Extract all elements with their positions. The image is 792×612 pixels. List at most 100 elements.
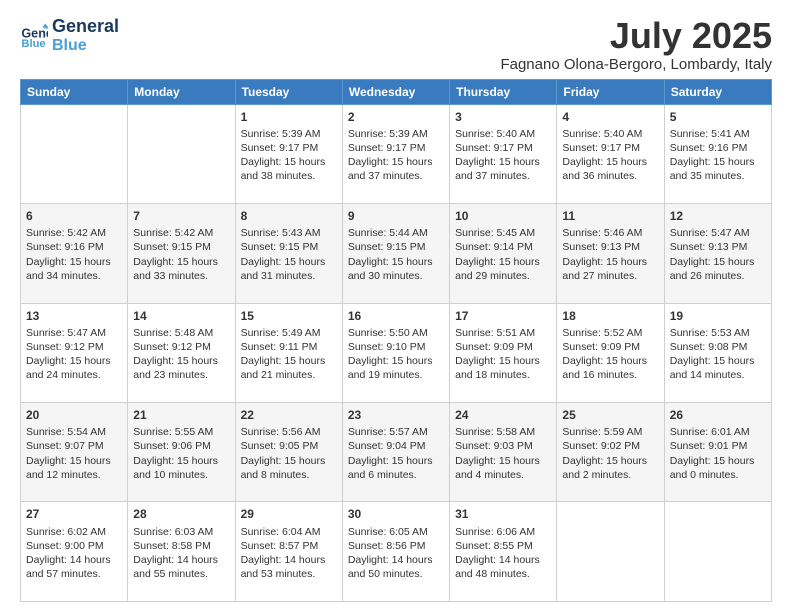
day-detail: Sunrise: 5:51 AM Sunset: 9:09 PM Dayligh… xyxy=(455,326,551,383)
calendar-cell: 18 Sunrise: 5:52 AM Sunset: 9:09 PM Dayli… xyxy=(557,303,664,402)
calendar-cell: 23 Sunrise: 5:57 AM Sunset: 9:04 PM Dayli… xyxy=(342,403,449,502)
day-number: 6 xyxy=(26,208,122,224)
day-number: 13 xyxy=(26,308,122,324)
location-title: Fagnano Olona-Bergoro, Lombardy, Italy xyxy=(500,56,772,73)
calendar-cell: 11Sunrise: 5:46 AM Sunset: 9:13 PM Dayli… xyxy=(557,204,664,303)
calendar-cell: 27Sunrise: 6:02 AM Sunset: 9:00 PM Dayli… xyxy=(21,502,128,602)
day-detail: Sunrise: 6:02 AM Sunset: 9:00 PM Dayligh… xyxy=(26,525,122,582)
calendar-cell: 5 Sunrise: 5:41 AM Sunset: 9:16 PM Daylig… xyxy=(664,104,771,203)
col-header-wednesday: Wednesday xyxy=(342,79,449,104)
day-detail: Sunrise: 6:03 AM Sunset: 8:58 PM Dayligh… xyxy=(133,525,229,582)
logo: General Blue General Blue xyxy=(20,16,119,55)
day-detail: Sunrise: 5:41 AM Sunset: 9:16 PM Dayligh… xyxy=(670,127,766,184)
day-detail: Sunrise: 5:44 AM Sunset: 9:15 PM Dayligh… xyxy=(348,226,444,283)
calendar-cell: 14 Sunrise: 5:48 AM Sunset: 9:12 PM Dayli… xyxy=(128,303,235,402)
calendar-cell: 19 Sunrise: 5:53 AM Sunset: 9:08 PM Dayli… xyxy=(664,303,771,402)
day-number: 12 xyxy=(670,208,766,224)
calendar-cell: 22 Sunrise: 5:56 AM Sunset: 9:05 PM Dayli… xyxy=(235,403,342,502)
header: General Blue General Blue July 2025 Fagn… xyxy=(20,16,772,73)
calendar-cell: 31 Sunrise: 6:06 AM Sunset: 8:55 PM Dayli… xyxy=(450,502,557,602)
col-header-monday: Monday xyxy=(128,79,235,104)
calendar-cell: 16Sunrise: 5:50 AM Sunset: 9:10 PM Dayli… xyxy=(342,303,449,402)
calendar-cell: 4Sunrise: 5:40 AM Sunset: 9:17 PM Daylig… xyxy=(557,104,664,203)
day-detail: Sunrise: 5:53 AM Sunset: 9:08 PM Dayligh… xyxy=(670,326,766,383)
calendar-week-3: 13 Sunrise: 5:47 AM Sunset: 9:12 PM Dayli… xyxy=(21,303,772,402)
calendar-week-1: 1 Sunrise: 5:39 AM Sunset: 9:17 PM Daylig… xyxy=(21,104,772,203)
day-number: 29 xyxy=(241,506,337,522)
day-detail: Sunrise: 5:47 AM Sunset: 9:13 PM Dayligh… xyxy=(670,226,766,283)
day-number: 3 xyxy=(455,109,551,125)
calendar-cell: 25 Sunrise: 5:59 AM Sunset: 9:02 PM Dayli… xyxy=(557,403,664,502)
calendar-cell: 1 Sunrise: 5:39 AM Sunset: 9:17 PM Daylig… xyxy=(235,104,342,203)
day-detail: Sunrise: 5:40 AM Sunset: 9:17 PM Dayligh… xyxy=(455,127,551,184)
col-header-saturday: Saturday xyxy=(664,79,771,104)
day-detail: Sunrise: 6:04 AM Sunset: 8:57 PM Dayligh… xyxy=(241,525,337,582)
day-number: 2 xyxy=(348,109,444,125)
day-detail: Sunrise: 5:59 AM Sunset: 9:02 PM Dayligh… xyxy=(562,425,658,482)
day-detail: Sunrise: 5:39 AM Sunset: 9:17 PM Dayligh… xyxy=(348,127,444,184)
day-number: 1 xyxy=(241,109,337,125)
day-detail: Sunrise: 5:54 AM Sunset: 9:07 PM Dayligh… xyxy=(26,425,122,482)
day-detail: Sunrise: 5:58 AM Sunset: 9:03 PM Dayligh… xyxy=(455,425,551,482)
day-detail: Sunrise: 5:43 AM Sunset: 9:15 PM Dayligh… xyxy=(241,226,337,283)
calendar-cell: 9 Sunrise: 5:44 AM Sunset: 9:15 PM Daylig… xyxy=(342,204,449,303)
day-detail: Sunrise: 5:49 AM Sunset: 9:11 PM Dayligh… xyxy=(241,326,337,383)
day-detail: Sunrise: 5:42 AM Sunset: 9:16 PM Dayligh… xyxy=(26,226,122,283)
day-detail: Sunrise: 6:06 AM Sunset: 8:55 PM Dayligh… xyxy=(455,525,551,582)
day-number: 4 xyxy=(562,109,658,125)
calendar-cell xyxy=(128,104,235,203)
calendar-cell: 21 Sunrise: 5:55 AM Sunset: 9:06 PM Dayli… xyxy=(128,403,235,502)
calendar-cell: 17 Sunrise: 5:51 AM Sunset: 9:09 PM Dayli… xyxy=(450,303,557,402)
col-header-thursday: Thursday xyxy=(450,79,557,104)
page: General Blue General Blue July 2025 Fagn… xyxy=(0,0,792,612)
day-number: 25 xyxy=(562,407,658,423)
day-detail: Sunrise: 5:48 AM Sunset: 9:12 PM Dayligh… xyxy=(133,326,229,383)
day-detail: Sunrise: 5:52 AM Sunset: 9:09 PM Dayligh… xyxy=(562,326,658,383)
calendar-cell: 26 Sunrise: 6:01 AM Sunset: 9:01 PM Dayli… xyxy=(664,403,771,502)
svg-text:Blue: Blue xyxy=(21,38,45,50)
day-number: 14 xyxy=(133,308,229,324)
day-number: 26 xyxy=(670,407,766,423)
day-detail: Sunrise: 5:55 AM Sunset: 9:06 PM Dayligh… xyxy=(133,425,229,482)
logo-general: General xyxy=(52,16,119,37)
month-title: July 2025 xyxy=(500,16,772,56)
calendar-cell: 30Sunrise: 6:05 AM Sunset: 8:56 PM Dayli… xyxy=(342,502,449,602)
day-number: 19 xyxy=(670,308,766,324)
day-number: 18 xyxy=(562,308,658,324)
day-number: 16 xyxy=(348,308,444,324)
calendar-cell: 24Sunrise: 5:58 AM Sunset: 9:03 PM Dayli… xyxy=(450,403,557,502)
calendar-cell: 20Sunrise: 5:54 AM Sunset: 9:07 PM Dayli… xyxy=(21,403,128,502)
day-number: 31 xyxy=(455,506,551,522)
day-number: 28 xyxy=(133,506,229,522)
col-header-friday: Friday xyxy=(557,79,664,104)
calendar-cell xyxy=(664,502,771,602)
title-block: July 2025 Fagnano Olona-Bergoro, Lombard… xyxy=(500,16,772,73)
day-number: 7 xyxy=(133,208,229,224)
calendar-cell xyxy=(21,104,128,203)
calendar-week-5: 27Sunrise: 6:02 AM Sunset: 9:00 PM Dayli… xyxy=(21,502,772,602)
calendar-cell: 15 Sunrise: 5:49 AM Sunset: 9:11 PM Dayli… xyxy=(235,303,342,402)
day-detail: Sunrise: 5:56 AM Sunset: 9:05 PM Dayligh… xyxy=(241,425,337,482)
day-number: 21 xyxy=(133,407,229,423)
day-number: 5 xyxy=(670,109,766,125)
day-detail: Sunrise: 5:47 AM Sunset: 9:12 PM Dayligh… xyxy=(26,326,122,383)
day-number: 23 xyxy=(348,407,444,423)
day-detail: Sunrise: 6:01 AM Sunset: 9:01 PM Dayligh… xyxy=(670,425,766,482)
day-detail: Sunrise: 5:39 AM Sunset: 9:17 PM Dayligh… xyxy=(241,127,337,184)
day-number: 8 xyxy=(241,208,337,224)
day-number: 9 xyxy=(348,208,444,224)
day-detail: Sunrise: 5:46 AM Sunset: 9:13 PM Dayligh… xyxy=(562,226,658,283)
calendar-cell: 28 Sunrise: 6:03 AM Sunset: 8:58 PM Dayli… xyxy=(128,502,235,602)
day-number: 22 xyxy=(241,407,337,423)
calendar-table: SundayMondayTuesdayWednesdayThursdayFrid… xyxy=(20,79,772,602)
calendar-cell: 29 Sunrise: 6:04 AM Sunset: 8:57 PM Dayli… xyxy=(235,502,342,602)
calendar-cell xyxy=(557,502,664,602)
day-number: 15 xyxy=(241,308,337,324)
calendar-cell: 3 Sunrise: 5:40 AM Sunset: 9:17 PM Daylig… xyxy=(450,104,557,203)
calendar-cell: 7Sunrise: 5:42 AM Sunset: 9:15 PM Daylig… xyxy=(128,204,235,303)
day-detail: Sunrise: 5:57 AM Sunset: 9:04 PM Dayligh… xyxy=(348,425,444,482)
day-detail: Sunrise: 5:45 AM Sunset: 9:14 PM Dayligh… xyxy=(455,226,551,283)
day-detail: Sunrise: 6:05 AM Sunset: 8:56 PM Dayligh… xyxy=(348,525,444,582)
logo-icon: General Blue xyxy=(20,22,48,50)
day-number: 17 xyxy=(455,308,551,324)
